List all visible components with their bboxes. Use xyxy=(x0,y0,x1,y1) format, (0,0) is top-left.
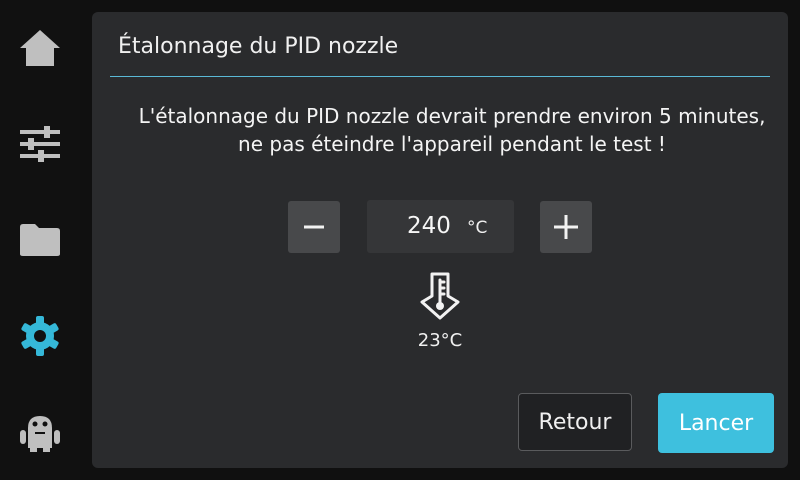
nav-system-settings[interactable] xyxy=(0,288,80,384)
nav-robot[interactable] xyxy=(0,384,80,480)
decrease-temp-button[interactable] xyxy=(288,201,340,253)
sliders-icon xyxy=(20,126,60,162)
target-temp-field[interactable]: 240 °C xyxy=(367,200,514,253)
minus-icon xyxy=(304,225,324,229)
start-button[interactable]: Lancer xyxy=(658,393,774,453)
plus-icon xyxy=(554,215,578,239)
back-button[interactable]: Retour xyxy=(518,393,632,451)
current-nozzle-temp: 23°C xyxy=(417,330,463,351)
target-temp-unit: °C xyxy=(467,218,488,238)
nav-files[interactable] xyxy=(0,192,80,288)
dialog-message: L'étalonnage du PID nozzle devrait prend… xyxy=(138,104,766,156)
pid-calibration-dialog: Étalonnage du PID nozzle L'étalonnage du… xyxy=(92,12,788,468)
gear-icon xyxy=(21,316,59,356)
sidebar xyxy=(0,0,80,480)
folder-icon xyxy=(20,224,60,256)
nav-settings-sliders[interactable] xyxy=(0,96,80,192)
dialog-title: Étalonnage du PID nozzle xyxy=(118,34,399,59)
robot-icon xyxy=(20,416,60,452)
home-icon xyxy=(20,30,60,66)
target-temp-value: 240 xyxy=(407,213,451,239)
increase-temp-button[interactable] xyxy=(540,201,592,253)
title-divider xyxy=(110,76,770,77)
nav-home[interactable] xyxy=(0,0,80,96)
nozzle-thermometer-icon xyxy=(420,272,460,320)
